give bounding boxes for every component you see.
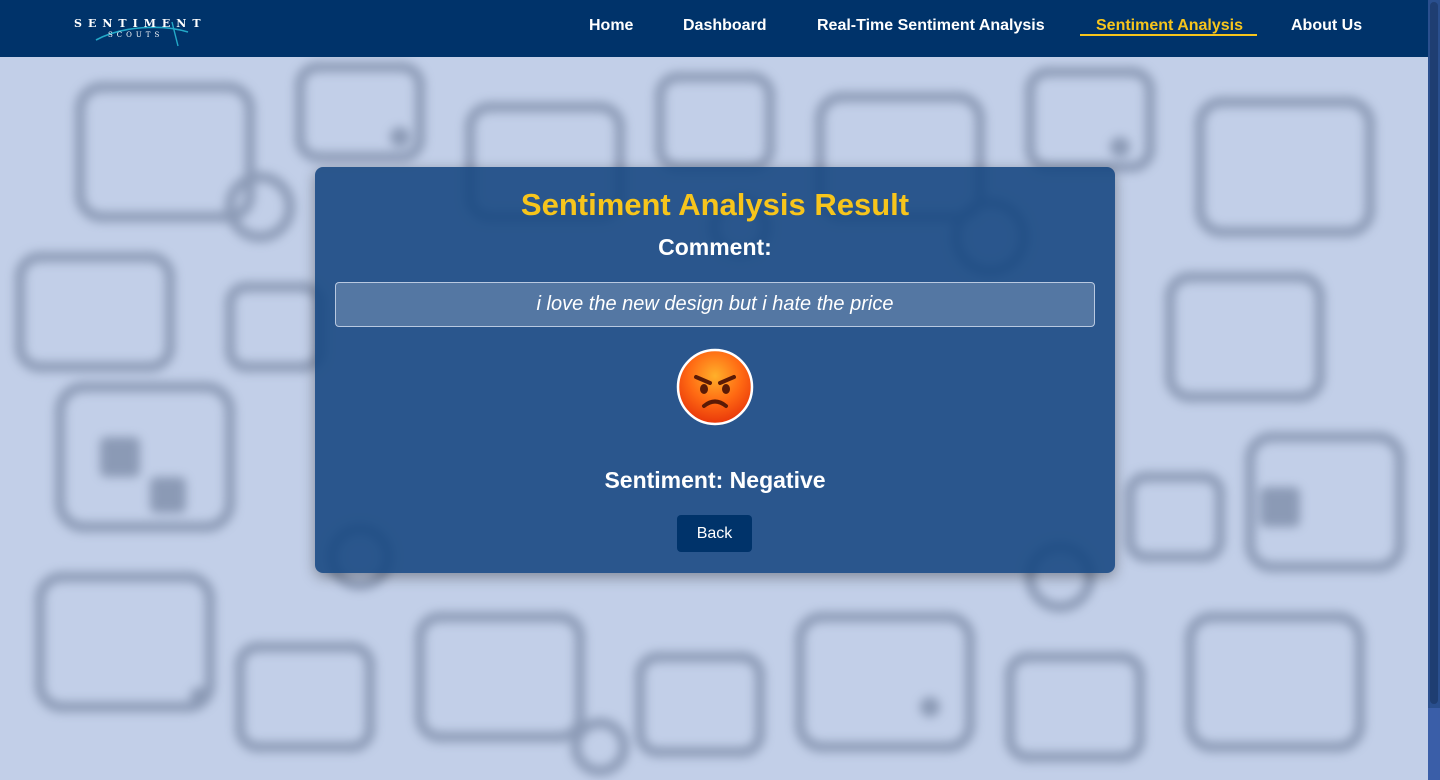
nav-about-us[interactable]: About Us [1291, 17, 1362, 35]
nav-dashboard[interactable]: Dashboard [683, 17, 767, 35]
comment-label: Comment: [658, 234, 772, 260]
angry-face-icon [676, 348, 754, 426]
scrollbar[interactable] [1428, 0, 1440, 780]
navbar: SENTIMENT SCOUTS Home Dashboard Real-Tim… [0, 0, 1428, 57]
sentiment-result: Sentiment: Negative [604, 467, 826, 493]
active-nav-underline [1080, 34, 1257, 36]
comment-text: i love the new design but i hate the pri… [335, 282, 1095, 327]
nav-real-time-sentiment-analysis[interactable]: Real-Time Sentiment Analysis [817, 17, 1045, 35]
result-card: Sentiment Analysis Result Comment: i lov… [315, 167, 1115, 573]
back-button[interactable]: Back [677, 515, 752, 552]
nav-home[interactable]: Home [589, 17, 633, 35]
nav-sentiment-analysis[interactable]: Sentiment Analysis [1096, 17, 1243, 35]
scrollbar-track-end [1428, 708, 1440, 780]
result-title: Sentiment Analysis Result [520, 187, 910, 222]
scrollbar-thumb[interactable] [1430, 2, 1438, 704]
nav-links: Home Dashboard Real-Time Sentiment Analy… [0, 0, 1428, 57]
